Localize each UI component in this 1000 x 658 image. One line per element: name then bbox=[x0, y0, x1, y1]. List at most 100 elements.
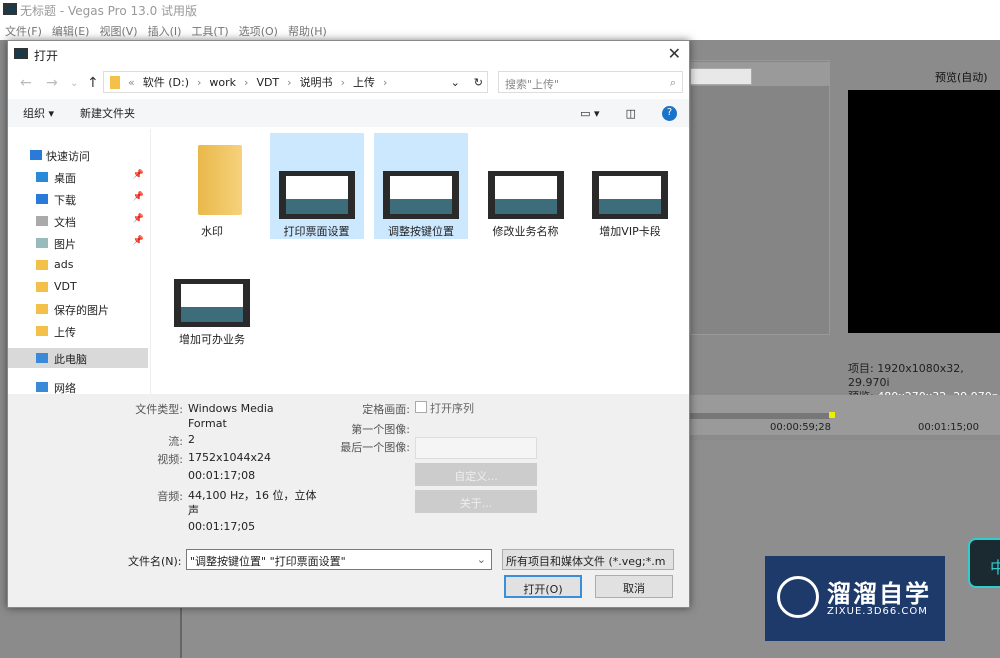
refresh-icon[interactable]: ↻ bbox=[474, 76, 483, 89]
explorer-panel bbox=[690, 60, 830, 335]
sidebar-item[interactable]: 文档 📌 bbox=[8, 211, 148, 231]
file-name: 调整按键位置 bbox=[388, 225, 454, 238]
pictures-icon bbox=[36, 238, 48, 248]
audio-duration: 00:01:17;05 bbox=[188, 520, 256, 533]
sidebar-item-label: ads bbox=[54, 258, 74, 271]
open-sequence-label: 打开序列 bbox=[430, 402, 474, 415]
file-type-label: 文件类型: bbox=[135, 403, 183, 416]
open-dialog: 打开 ✕ ← → ⌄ ↑ « 软件 (D:) › work › VDT › 说明书 › … bbox=[7, 40, 690, 608]
chevron-down-icon[interactable]: ⌄ bbox=[451, 76, 460, 89]
sidebar-item[interactable]: VDT bbox=[8, 277, 148, 297]
sidebar-item[interactable]: 图片 📌 bbox=[8, 233, 148, 253]
sidebar-item-label: 下载 bbox=[54, 194, 76, 207]
video-thumbnail bbox=[592, 171, 668, 219]
menu-view[interactable]: 视图(V) bbox=[99, 23, 137, 38]
pin-icon: 📌 bbox=[132, 236, 144, 246]
file-item[interactable]: 水印 bbox=[165, 133, 259, 239]
file-name: 增加VIP卡段 bbox=[599, 225, 661, 238]
document-icon bbox=[36, 216, 48, 226]
file-type-select[interactable]: 所有项目和媒体文件 (*.veg;*.m bbox=[502, 549, 674, 570]
folder-icon bbox=[36, 304, 48, 314]
sidebar-item[interactable]: ads bbox=[8, 255, 148, 275]
menu-tools[interactable]: 工具(T) bbox=[191, 23, 228, 38]
last-image-input[interactable] bbox=[415, 437, 537, 459]
sidebar-item-label: VDT bbox=[54, 280, 77, 293]
sidebar-item-label: 此电脑 bbox=[54, 353, 87, 366]
breadcrumb-item[interactable]: VDT bbox=[256, 76, 279, 89]
menu-options[interactable]: 选项(O) bbox=[239, 23, 278, 38]
play-logo-icon bbox=[777, 576, 819, 618]
loop-region-bar[interactable] bbox=[690, 413, 830, 419]
filename-input[interactable]: "调整按键位置" "打印票面设置" ⌄ bbox=[186, 549, 492, 570]
close-button[interactable]: ✕ bbox=[668, 44, 681, 63]
sidebar-item[interactable]: 保存的图片 bbox=[8, 299, 148, 319]
recent-chevron-icon[interactable]: ⌄ bbox=[70, 78, 78, 89]
file-name: 打印票面设置 bbox=[283, 225, 350, 238]
dialog-title: 打开 bbox=[34, 49, 59, 63]
breadcrumb-item[interactable]: 说明书 bbox=[300, 74, 333, 90]
file-type-value: Windows Media Format bbox=[188, 402, 274, 430]
file-item[interactable]: 增加可办业务 bbox=[165, 241, 259, 347]
menu-file[interactable]: 文件(F) bbox=[5, 23, 42, 38]
address-bar[interactable]: « 软件 (D:) › work › VDT › 说明书 › 上传 › ⌄ ↻ bbox=[103, 71, 488, 93]
breadcrumb-item[interactable]: 上传 bbox=[353, 74, 375, 90]
sidebar-item-label: 上传 bbox=[54, 326, 76, 339]
audio-label: 音频: bbox=[157, 490, 183, 503]
video-thumbnail bbox=[487, 171, 564, 219]
video-thumbnail bbox=[278, 171, 355, 219]
cursor-marker[interactable] bbox=[829, 412, 835, 418]
pin-icon: 📌 bbox=[132, 192, 144, 202]
watermark-title: 溜溜自学 bbox=[827, 580, 931, 608]
sidebar-item[interactable]: 下载 📌 bbox=[8, 189, 148, 209]
file-item[interactable]: 打印票面设置 bbox=[269, 133, 364, 239]
organize-button[interactable]: 组织 ▾ bbox=[23, 105, 54, 121]
breadcrumb-item[interactable]: work bbox=[209, 76, 236, 89]
pin-icon: 📌 bbox=[132, 214, 144, 224]
desktop-icon bbox=[36, 172, 48, 182]
about-button[interactable]: 关于... bbox=[415, 490, 537, 513]
sidebar-item[interactable]: 此电脑 bbox=[8, 348, 148, 368]
navigation-bar: ← → ⌄ ↑ « 软件 (D:) › work › VDT › 说明书 › 上传 › ⌄… bbox=[8, 69, 689, 97]
still-label: 定格画面: bbox=[362, 403, 410, 416]
file-details-panel: 文件类型: Windows Media Format 流: 2 视频: 1752… bbox=[8, 394, 689, 546]
folder-icon bbox=[36, 260, 48, 270]
sidebar-item[interactable]: 上传 bbox=[8, 321, 148, 341]
search-input[interactable]: 搜索"上传" ⌕ bbox=[498, 71, 683, 93]
app-title: 无标题 - Vegas Pro 13.0 试用版 bbox=[0, 0, 1000, 20]
panel-combo[interactable] bbox=[690, 68, 752, 85]
pin-icon: 📌 bbox=[132, 170, 144, 180]
open-button[interactable]: 打开(O) bbox=[504, 575, 582, 598]
file-item[interactable]: 修改业务名称 bbox=[479, 133, 573, 239]
sidebar-item-label: 文档 bbox=[54, 216, 76, 229]
chevron-down-icon[interactable]: ⌄ bbox=[477, 553, 486, 566]
cancel-button[interactable]: 取消 bbox=[595, 575, 673, 598]
menu-help[interactable]: 帮助(H) bbox=[288, 23, 327, 38]
sidebar-item[interactable]: 桌面 📌 bbox=[8, 167, 148, 187]
file-item[interactable]: 调整按键位置 bbox=[374, 133, 468, 239]
back-arrow-icon[interactable]: ← bbox=[20, 75, 32, 91]
dialog-footer: 文件名(N): "调整按键位置" "打印票面设置" ⌄ 所有项目和媒体文件 (*.… bbox=[8, 546, 689, 607]
sidebar-item-label: 快速访问 bbox=[46, 150, 90, 163]
preview-pane-icon[interactable]: ◫ bbox=[626, 107, 636, 120]
ime-indicator[interactable]: 中 bbox=[968, 538, 1000, 588]
preview-quality-dropdown[interactable]: 预览(自动) bbox=[935, 69, 988, 85]
up-arrow-icon[interactable]: ↑ bbox=[87, 75, 99, 91]
custom-button[interactable]: 自定义... bbox=[415, 463, 537, 486]
view-options-icon[interactable]: ▭ ▾ bbox=[580, 107, 599, 120]
open-sequence-checkbox[interactable] bbox=[415, 401, 427, 413]
filename-label: 文件名(N): bbox=[128, 555, 182, 568]
vegas-app-icon bbox=[3, 3, 17, 15]
new-folder-button[interactable]: 新建文件夹 bbox=[80, 105, 135, 121]
help-icon[interactable]: ? bbox=[662, 105, 677, 121]
navigation-pane: 快速访问 桌面 📌 下载 📌 文档 📌 图片 📌 ads VDT 保存的图片 上传 此电脑 网络 bbox=[8, 129, 151, 395]
dialog-toolbar: 组织 ▾ 新建文件夹 ▭ ▾ ◫ ? bbox=[8, 99, 689, 127]
forward-arrow-icon[interactable]: → bbox=[46, 75, 58, 91]
menu-edit[interactable]: 编辑(E) bbox=[52, 23, 90, 38]
file-list: 水印 打印票面设置 调整按键位置 修改业务名称 增加VIP卡段增加可办业务 bbox=[151, 129, 689, 394]
menu-insert[interactable]: 插入(I) bbox=[148, 23, 182, 38]
breadcrumb-item[interactable]: 软件 (D:) bbox=[143, 74, 189, 90]
file-item[interactable]: 增加VIP卡段 bbox=[583, 133, 677, 239]
sidebar-item-label: 图片 bbox=[54, 238, 76, 251]
computer-icon bbox=[36, 353, 48, 363]
sidebar-item[interactable]: 快速访问 bbox=[8, 145, 148, 165]
